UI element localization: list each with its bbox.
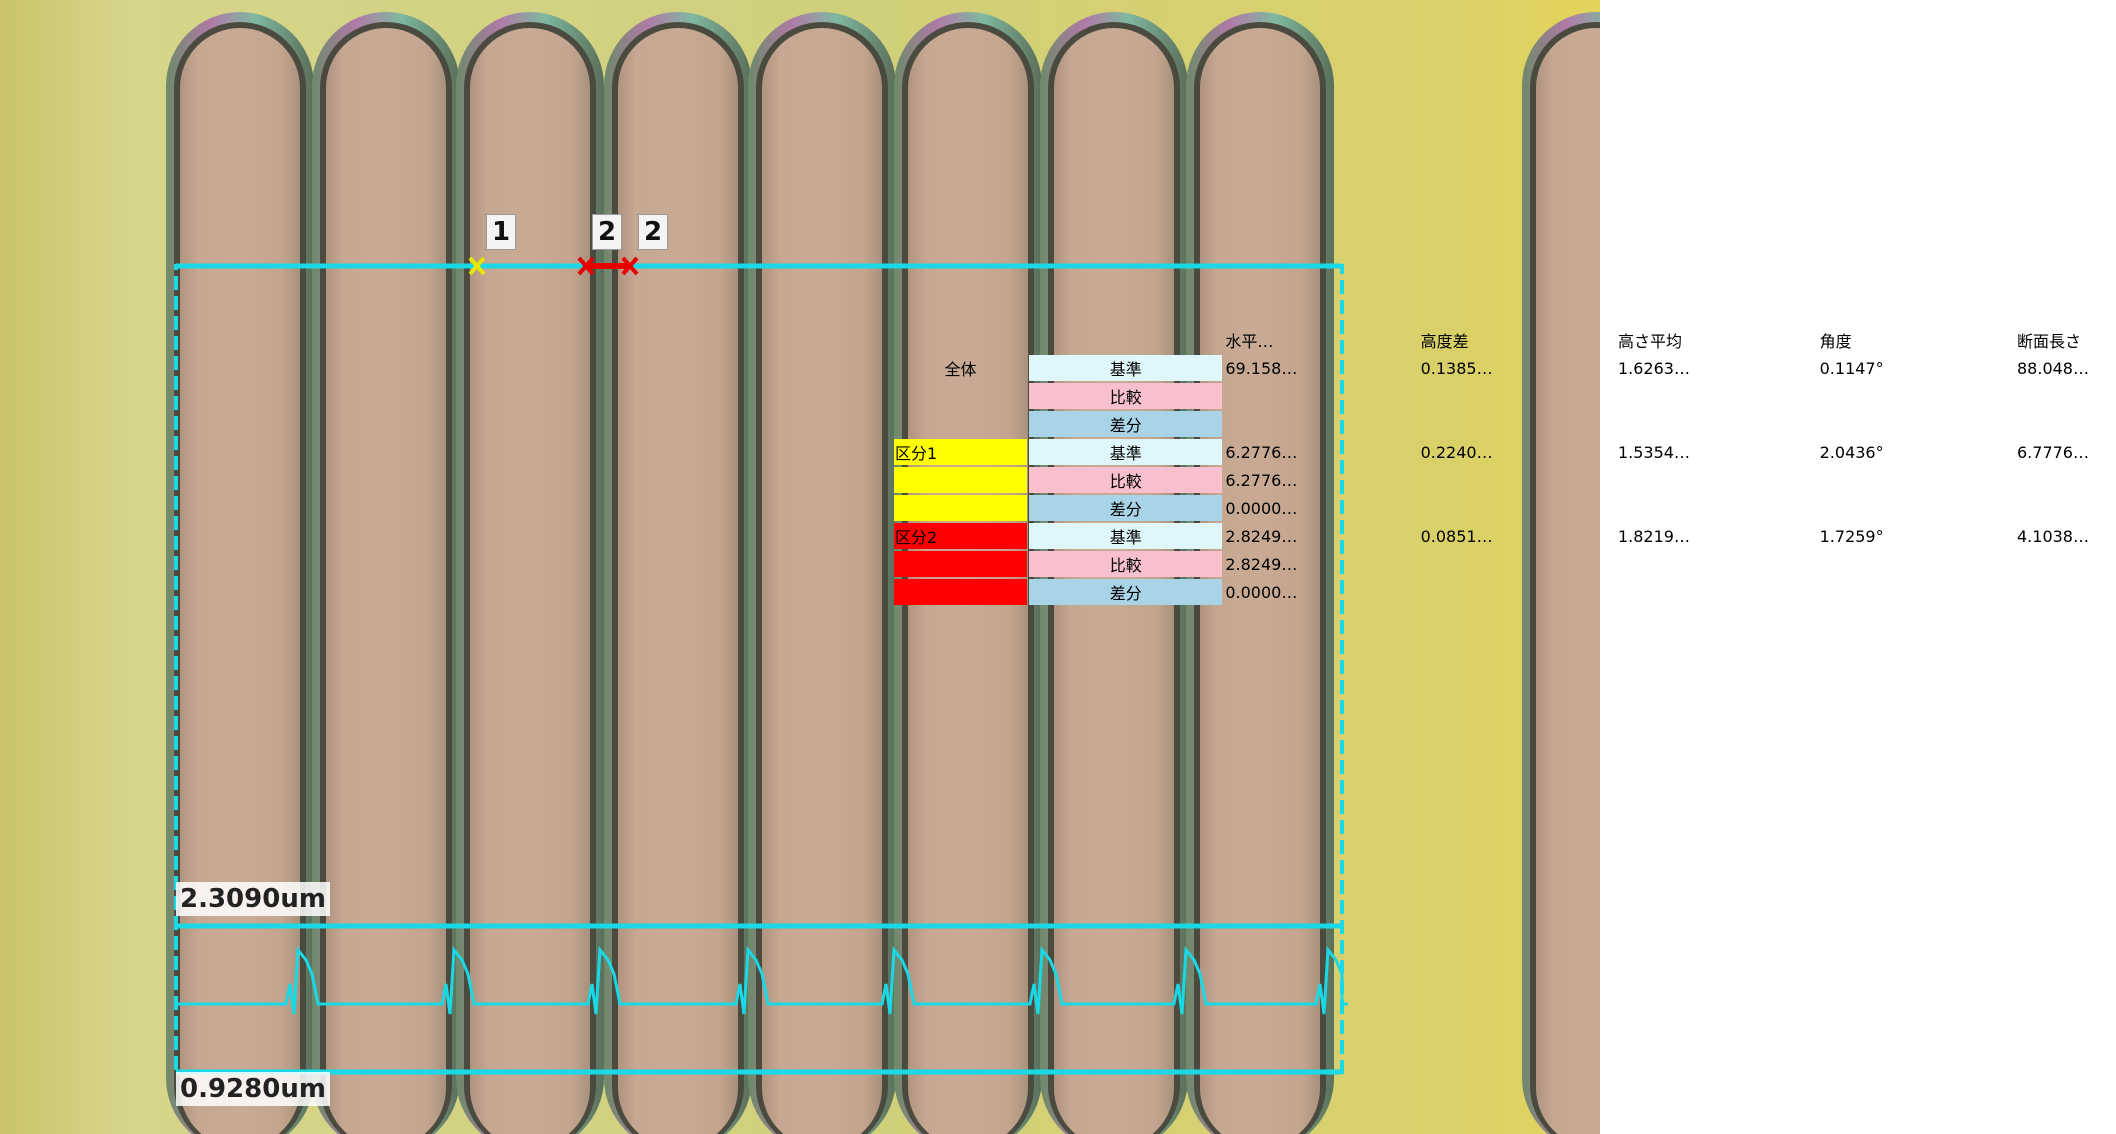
section-cell: 区分2 xyxy=(894,523,1028,549)
profile-max-value: 2.3090um xyxy=(176,882,330,916)
value-cell: 0.1385… xyxy=(1420,358,1493,378)
type-cell: 差分 xyxy=(1029,579,1223,605)
value-cell xyxy=(1617,495,1817,521)
value-cell: 0.2240… xyxy=(1420,442,1493,462)
column-header[interactable]: 角度 xyxy=(1819,327,2014,353)
type-cell: 差分 xyxy=(1029,411,1223,437)
value-cell: 6.2776… xyxy=(1225,442,1298,462)
value-cell xyxy=(2016,383,2116,409)
value-cell: 6.2776… xyxy=(1225,470,1298,490)
column-header[interactable]: 水平… xyxy=(1224,327,1417,353)
value-cell xyxy=(1420,551,1615,577)
value-cell xyxy=(1819,411,2014,437)
value-cell xyxy=(1819,495,2014,521)
value-cell: 1.7259° xyxy=(1819,526,1884,546)
marker-2b-label: 2 xyxy=(638,214,668,250)
table-row[interactable]: 比較 2.8249… xyxy=(894,551,2116,577)
value-cell: 1.8219… xyxy=(1617,526,1690,546)
marker-1-label: 1 xyxy=(486,214,516,250)
value-cell xyxy=(1819,383,2014,409)
value-cell: 1.6263… xyxy=(1617,358,1690,378)
section-cell xyxy=(894,579,1028,605)
type-cell: 比較 xyxy=(1029,383,1223,409)
type-cell: 基準 xyxy=(1029,355,1223,381)
pill-body xyxy=(180,28,300,1134)
section-cell xyxy=(894,551,1028,577)
value-cell: 2.0436° xyxy=(1819,442,1884,462)
results-table-panel: 水平… 高度差 高さ平均 角度 断面長さ 全体 基準 69.158… 0.1385… 1.6263… xyxy=(892,325,2116,880)
table-header-row: 水平… 高度差 高さ平均 角度 断面長さ xyxy=(894,327,2116,353)
section-cell xyxy=(894,495,1028,521)
profile-min-value: 0.9280um xyxy=(176,1072,330,1106)
value-cell xyxy=(1819,551,2014,577)
value-cell: 6.7776… xyxy=(2017,442,2089,462)
table-row[interactable]: 区分1 基準 6.2776… 0.2240… 1.5354… 2.0436° 6.7776… xyxy=(894,439,2116,465)
value-cell xyxy=(1617,579,1817,605)
section-cell: 全体 xyxy=(944,360,977,379)
marker-2a-label: 2 xyxy=(592,214,622,250)
value-cell xyxy=(1420,411,1615,437)
value-cell xyxy=(2016,495,2116,521)
type-cell: 比較 xyxy=(1029,551,1223,577)
value-cell xyxy=(1420,467,1615,493)
value-cell xyxy=(1420,383,1615,409)
table-row[interactable]: 比較 xyxy=(894,383,2116,409)
value-cell: 0.1147° xyxy=(1819,358,1884,378)
table-row[interactable]: 差分 xyxy=(894,411,2116,437)
pill-body xyxy=(470,28,590,1134)
value-cell xyxy=(1617,551,1817,577)
table-row[interactable]: 差分 0.0000… xyxy=(894,579,2116,605)
value-cell xyxy=(2016,579,2116,605)
pill-body xyxy=(326,28,446,1134)
value-cell xyxy=(2016,551,2116,577)
column-header[interactable]: 断面長さ xyxy=(2016,327,2116,353)
value-cell: 88.048… xyxy=(2017,358,2089,378)
value-cell: 0.0000… xyxy=(1225,498,1298,518)
value-cell: 2.8249… xyxy=(1225,526,1298,546)
type-cell: 基準 xyxy=(1029,523,1223,549)
value-cell: 4.1038… xyxy=(2017,526,2089,546)
value-cell: 1.5354… xyxy=(1617,442,1690,462)
value-cell xyxy=(1819,579,2014,605)
column-header[interactable]: 高さ平均 xyxy=(1617,327,1817,353)
value-cell: 0.0000… xyxy=(1225,582,1298,602)
value-cell: 0.0851… xyxy=(1420,526,1493,546)
table-row[interactable]: 全体 基準 69.158… 0.1385… 1.6263… 0.1147° 88.048… xyxy=(894,355,2116,381)
column-header[interactable] xyxy=(1029,327,1222,353)
value-cell xyxy=(1617,383,1817,409)
value-cell xyxy=(1224,411,1417,437)
value-cell: 2.8249… xyxy=(1225,554,1298,574)
type-cell: 差分 xyxy=(1029,495,1223,521)
value-cell xyxy=(1617,411,1817,437)
section-cell xyxy=(894,467,1028,493)
value-cell xyxy=(2016,411,2116,437)
value-cell xyxy=(1420,579,1615,605)
table-row[interactable]: 比較 6.2776… xyxy=(894,467,2116,493)
table-row[interactable]: 区分2 基準 2.8249… 0.0851… 1.8219… 1.7259° 4.1038… xyxy=(894,523,2116,549)
column-header[interactable]: 高度差 xyxy=(1420,327,1615,353)
value-cell xyxy=(1224,383,1417,409)
pill-body xyxy=(618,28,738,1134)
type-cell: 基準 xyxy=(1029,439,1223,465)
value-cell xyxy=(2016,467,2116,493)
value-cell xyxy=(1819,467,2014,493)
section-cell: 区分1 xyxy=(894,439,1028,465)
type-cell: 比較 xyxy=(1029,467,1223,493)
value-cell xyxy=(1617,467,1817,493)
value-cell xyxy=(1420,495,1615,521)
table-row[interactable]: 差分 0.0000… xyxy=(894,495,2116,521)
section-cell xyxy=(894,383,1027,409)
column-header[interactable] xyxy=(894,327,1027,353)
value-cell: 69.158… xyxy=(1225,358,1298,378)
pill-body xyxy=(762,28,882,1134)
section-cell xyxy=(894,411,1027,437)
